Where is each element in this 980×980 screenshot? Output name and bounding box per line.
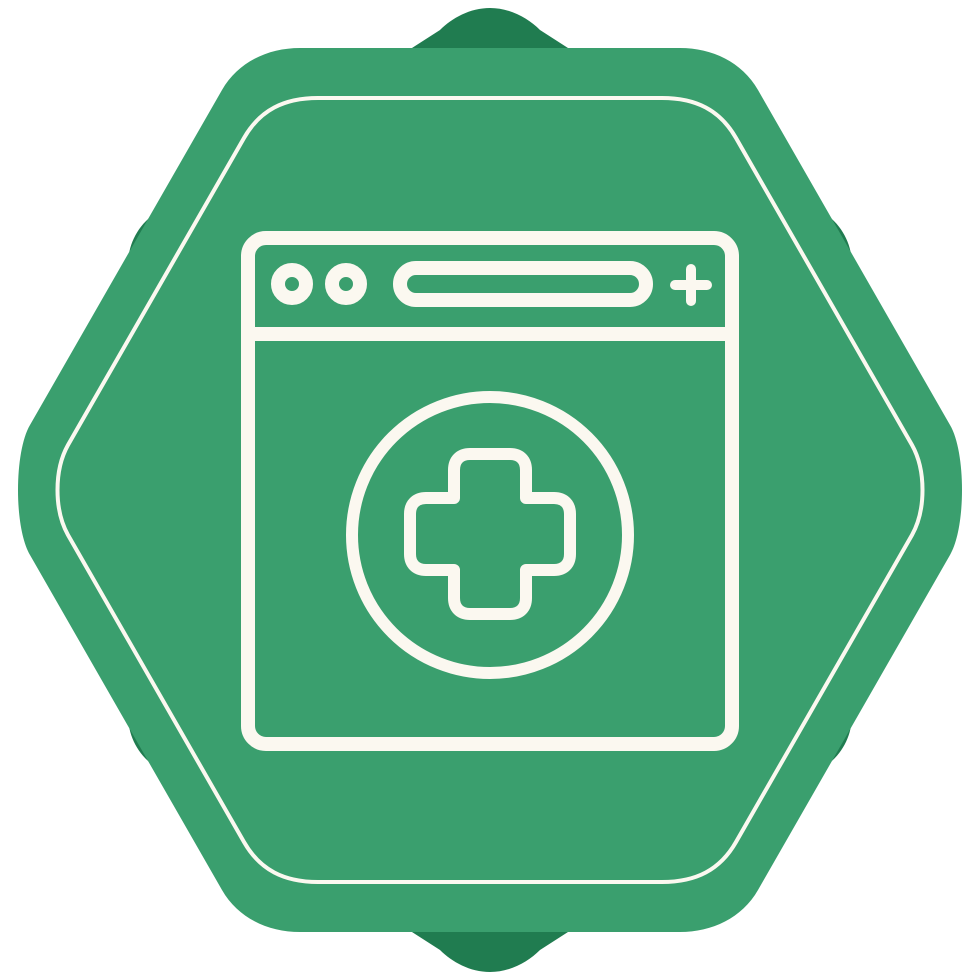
medical-browser-badge-icon (18, 8, 962, 972)
badge-front-hexagon (18, 48, 962, 932)
icon-canvas (0, 0, 980, 980)
